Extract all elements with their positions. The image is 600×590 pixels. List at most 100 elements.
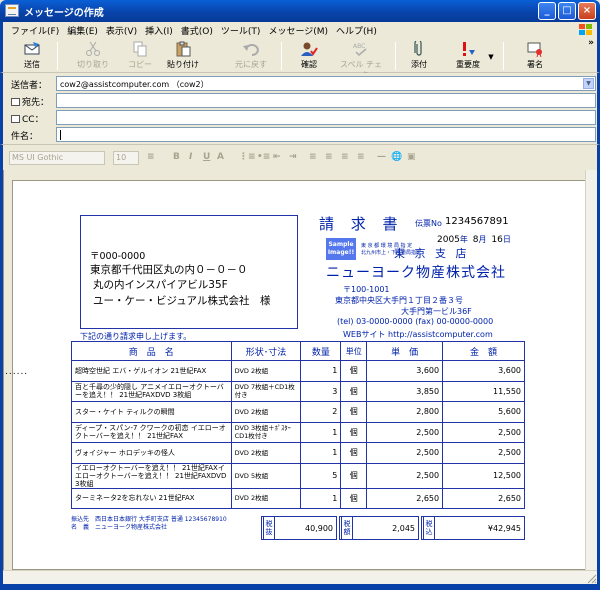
col-header-unit: 単位: [340, 341, 368, 361]
text-cursor: [60, 130, 61, 140]
item-unit: 個: [340, 360, 368, 382]
maximize-button[interactable]: □: [558, 2, 576, 20]
from-select[interactable]: cow2@assistcomputer.com （cow2） ▼: [56, 76, 596, 91]
bold-button[interactable]: B: [173, 152, 180, 162]
priority-icon: [463, 42, 475, 56]
menu-edit[interactable]: 編集(E): [63, 22, 102, 37]
toolbar-overflow-button[interactable]: »: [587, 38, 595, 48]
bullet-list-icon[interactable]: •≡: [257, 152, 270, 162]
item-name: ヴォイジャー ホロデッキの怪人: [71, 442, 232, 464]
priority-button[interactable]: 重要度: [453, 41, 483, 70]
subject-label: 件名：: [11, 132, 39, 142]
hyperlink-icon[interactable]: 🌐: [391, 152, 402, 162]
item-name: 百と千尋の少的隠し アニメイエローオクトーバーを追え！！ 21世紀FAXDVD …: [71, 380, 232, 402]
to-field[interactable]: [56, 93, 596, 108]
issuer-address: 東京都中央区大手門１丁目２番３号: [335, 296, 463, 305]
priority-dropdown-arrow[interactable]: ▼: [487, 53, 495, 61]
menu-message[interactable]: メッセージ(M): [264, 22, 332, 37]
total-label: 税込: [423, 516, 435, 540]
resize-grip-icon[interactable]: [585, 572, 597, 584]
minimize-button[interactable]: _: [538, 2, 556, 20]
chevron-down-icon[interactable]: ▼: [583, 78, 594, 89]
align-right-icon[interactable]: ≡: [341, 152, 349, 162]
increase-indent-icon[interactable]: ⇥: [289, 152, 297, 162]
item-spec: DVD 5枚組: [230, 462, 302, 489]
copy-button[interactable]: コピー: [125, 41, 155, 70]
numbered-list-icon[interactable]: ⋮≡: [239, 152, 256, 162]
message-header: 送信者： cow2@assistcomputer.com （cow2） ▼ 宛先…: [0, 73, 600, 144]
menu-view[interactable]: 表示(V): [102, 22, 141, 37]
recipient-building: 丸の内インスパイアビル35F: [93, 279, 228, 291]
item-price: 2,500: [366, 462, 444, 489]
cc-address-book-button[interactable]: CC：: [11, 112, 44, 125]
align-center-icon[interactable]: ≡: [325, 152, 333, 162]
col-header-item: 商 品 名: [71, 341, 232, 361]
table-row: スター・ケイト ティルクの瞬間 DVD 2枚組 2 個 2,800 5,600: [71, 401, 525, 423]
decrease-indent-icon[interactable]: ⇤: [273, 152, 281, 162]
table-row: ヴォイジャー ホロデッキの怪人 DVD 2枚組 1 個 2,500 2,500: [71, 442, 525, 464]
paperclip-icon: [414, 41, 422, 56]
cc-row: CC：: [6, 110, 596, 125]
cc-field[interactable]: [56, 110, 596, 125]
menu-insert[interactable]: 挿入(I): [141, 22, 177, 37]
table-row: ディープ・スパン-7 クワークの初恋 イエローオクトーバーを追え！！ 21世紀F…: [71, 421, 525, 443]
attach-label: 添付: [411, 60, 427, 69]
recipient-zip: 〒000-0000: [90, 251, 146, 262]
item-spec: DVD 2枚組: [230, 487, 302, 509]
item-spec: DVD 2枚組: [230, 442, 302, 464]
message-body[interactable]: ...... 〒000-0000 東京都千代田区丸の内０－０－０ 丸の内インスパ…: [3, 170, 597, 570]
date-month-unit: 月: [478, 235, 487, 244]
underline-button[interactable]: U: [203, 152, 210, 162]
cut-label: 切り取り: [77, 60, 109, 69]
issuer-zip: 〒100-1001: [343, 285, 390, 294]
vertical-scrollbar[interactable]: [585, 170, 597, 570]
sample-line1: Sample: [328, 241, 354, 248]
subject-field[interactable]: [56, 127, 596, 142]
priority-label: 重要度: [456, 60, 480, 69]
align-left-icon[interactable]: ≡: [309, 152, 317, 162]
to-address-book-button[interactable]: 宛先：: [11, 95, 49, 108]
italic-button[interactable]: I: [189, 152, 192, 162]
copy-icon: [133, 41, 147, 57]
paste-icon: [176, 41, 191, 57]
menu-file[interactable]: ファイル(F): [7, 22, 63, 37]
message-window-icon: [5, 4, 19, 17]
paragraph-style-icon[interactable]: ≡: [147, 152, 155, 162]
item-qty: 1: [300, 360, 342, 382]
font-color-button[interactable]: A: [217, 152, 224, 162]
menu-format[interactable]: 書式(O): [177, 22, 217, 37]
bank-account: 振込先 西日本日本銀行 大手町支店 普通 12345678910: [71, 516, 227, 523]
justify-icon[interactable]: ≡: [357, 152, 365, 162]
check-names-button[interactable]: 確認: [297, 41, 321, 70]
item-amount: 11,550: [442, 380, 525, 402]
item-unit: 個: [340, 380, 368, 402]
table-row: イエローオクトーバーを追え！！ 21世紀FAXイエローオクトーバーを追え！！ 2…: [71, 462, 525, 489]
paste-button[interactable]: 貼り付け: [165, 41, 201, 70]
invoice-date: 2005年 8月 16日: [437, 234, 511, 245]
invoice-number: 1234567891: [445, 216, 509, 227]
font-select[interactable]: MS UI Gothic: [9, 151, 105, 165]
menu-help[interactable]: ヘルプ(H): [332, 22, 381, 37]
sign-button[interactable]: 署名: [523, 41, 547, 70]
menu-tools[interactable]: ツール(T): [217, 22, 265, 37]
item-spec: DVD 7枚組＋CD1枚付き: [230, 380, 302, 402]
font-size-select[interactable]: 10: [113, 151, 139, 165]
check-names-label: 確認: [301, 60, 317, 69]
horizontal-line-icon[interactable]: —: [377, 152, 386, 162]
undo-button[interactable]: 元に戻す: [233, 41, 269, 70]
horizontal-scrollbar[interactable]: [3, 570, 597, 584]
attach-button[interactable]: 添付: [407, 41, 431, 70]
cut-button[interactable]: 切り取り: [75, 41, 111, 70]
item-price: 2,500: [366, 442, 444, 464]
title-bar[interactable]: メッセージの作成 _ □ ×: [0, 0, 600, 22]
col-header-price: 単 価: [366, 341, 444, 361]
close-button[interactable]: ×: [578, 2, 596, 20]
item-qty: 2: [300, 401, 342, 423]
item-unit: 個: [340, 401, 368, 423]
toolbar: 送信 切り取り コピー 貼り付け 元に戻す 確認 ABC スペル チェック 添付…: [0, 38, 600, 80]
insert-picture-icon[interactable]: ▣: [407, 152, 416, 162]
tax-label: 税額: [341, 516, 353, 540]
send-button[interactable]: 送信: [17, 41, 47, 70]
date-day: 16: [491, 235, 503, 245]
paste-label: 貼り付け: [167, 60, 199, 69]
